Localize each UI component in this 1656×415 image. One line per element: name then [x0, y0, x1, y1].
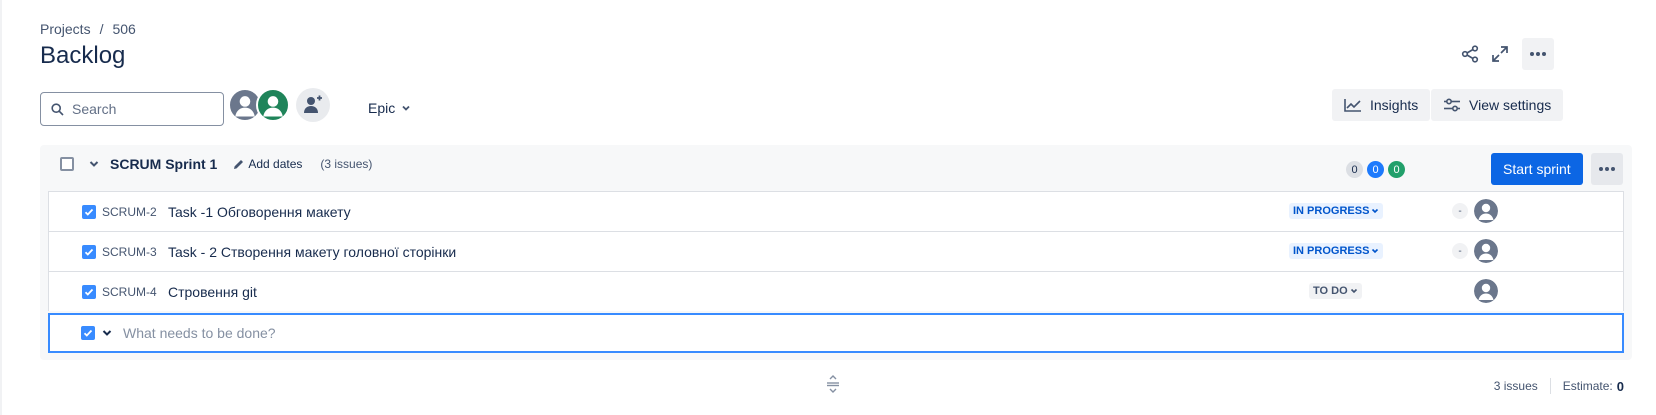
footer-estimate-label: Estimate:	[1562, 379, 1613, 393]
avatar[interactable]	[256, 88, 290, 122]
sprint-name: SCRUM Sprint 1	[110, 156, 218, 172]
view-settings-button[interactable]: View settings	[1431, 89, 1564, 121]
view-settings-label: View settings	[1469, 97, 1552, 113]
assignee-avatar[interactable]	[1474, 239, 1498, 263]
issue-type-checkbox[interactable]	[82, 244, 96, 259]
search-input[interactable]	[70, 100, 210, 118]
add-people-button[interactable]	[296, 88, 330, 122]
breadcrumb-projects-link[interactable]: Projects	[40, 21, 91, 37]
check-icon	[84, 288, 94, 296]
assignee-avatar[interactable]	[1474, 199, 1498, 223]
create-issue-input[interactable]	[121, 324, 721, 342]
add-person-icon	[304, 95, 322, 113]
page-title: Backlog	[40, 42, 126, 69]
check-icon	[84, 208, 94, 216]
issue-key[interactable]: SCRUM-2	[102, 205, 158, 219]
insights-label: Insights	[1370, 97, 1419, 113]
status-label: IN PROGRESS	[1293, 205, 1370, 217]
issue-row[interactable]: SCRUM-3 Task - 2 Створення макету головн…	[48, 231, 1624, 271]
todo-count-badge: 0	[1346, 161, 1363, 178]
breadcrumb-separator: /	[99, 21, 104, 37]
check-icon	[84, 248, 94, 256]
share-icon	[1461, 45, 1479, 63]
status-label: IN PROGRESS	[1293, 245, 1370, 257]
drag-resize-icon	[827, 375, 839, 393]
issue-type-checkbox[interactable]	[82, 204, 96, 219]
footer-divider	[1549, 378, 1551, 394]
add-dates-button[interactable]: Add dates	[233, 157, 302, 171]
status-dropdown[interactable]: IN PROGRESS	[1289, 203, 1384, 219]
chevron-down-icon	[1350, 288, 1357, 294]
issue-key[interactable]: SCRUM-3	[102, 245, 158, 259]
breadcrumb-project-link[interactable]: 506	[112, 21, 135, 37]
issue-summary[interactable]: Стровення git	[168, 284, 257, 300]
user-icon	[1474, 199, 1498, 223]
user-icon	[1474, 279, 1498, 303]
issue-type-checkbox[interactable]	[82, 284, 96, 299]
issue-key[interactable]: SCRUM-4	[102, 285, 158, 299]
create-issue-row[interactable]	[48, 313, 1624, 353]
sprint-select-checkbox[interactable]	[60, 157, 74, 171]
sprint-issue-count: (3 issues)	[320, 157, 373, 171]
issue-summary[interactable]: Task -1 Обговорення макету	[168, 204, 351, 220]
resize-handle[interactable]	[826, 375, 840, 398]
settings-sliders-icon	[1444, 98, 1460, 112]
footer-estimate-value: 0	[1616, 378, 1624, 394]
footer-issue-count: 3 issues	[1493, 379, 1538, 393]
sprint-footer-stats: 3 issues Estimate: 0	[1494, 378, 1624, 394]
epic-filter-dropdown[interactable]: Epic	[368, 100, 411, 116]
issue-row[interactable]: SCRUM-4 Стровення git TO DO	[48, 271, 1624, 311]
insights-button[interactable]: Insights	[1332, 89, 1431, 121]
issue-row[interactable]: SCRUM-2 Task -1 Обговорення макету IN PR…	[48, 191, 1624, 231]
more-icon	[1599, 167, 1615, 171]
fullscreen-button[interactable]	[1484, 38, 1516, 70]
search-icon	[51, 102, 64, 116]
breadcrumb: Projects / 506	[40, 21, 136, 37]
sprint-header: SCRUM Sprint 1 Add dates (3 issues)	[60, 156, 372, 172]
chevron-down-icon[interactable]	[101, 327, 113, 339]
page-more-button[interactable]	[1522, 38, 1554, 70]
check-icon	[83, 329, 93, 337]
user-icon	[1474, 239, 1498, 263]
issue-type-selector[interactable]	[81, 326, 95, 340]
status-dropdown[interactable]: TO DO	[1309, 283, 1362, 299]
done-count-badge: 0	[1388, 161, 1405, 178]
user-icon	[263, 96, 283, 117]
search-field[interactable]	[40, 92, 224, 126]
issue-summary[interactable]: Task - 2 Створення макету головної сторі…	[168, 244, 456, 260]
start-sprint-button[interactable]: Start sprint	[1491, 153, 1583, 185]
add-dates-label: Add dates	[248, 157, 303, 171]
story-points[interactable]: -	[1452, 203, 1468, 219]
sprint-more-button[interactable]	[1591, 153, 1623, 185]
more-icon	[1530, 52, 1546, 56]
share-button[interactable]	[1454, 38, 1486, 70]
assignee-avatar[interactable]	[1474, 279, 1498, 303]
status-dropdown[interactable]: IN PROGRESS	[1289, 243, 1384, 259]
fullscreen-icon	[1492, 46, 1508, 62]
chevron-down-icon[interactable]	[88, 158, 100, 170]
epic-filter-label: Epic	[368, 100, 396, 116]
chevron-down-icon	[1372, 208, 1379, 214]
story-points[interactable]: -	[1452, 243, 1468, 259]
chevron-down-icon	[1372, 248, 1379, 254]
status-label: TO DO	[1313, 285, 1348, 297]
chart-icon	[1344, 99, 1361, 112]
chevron-down-icon	[402, 105, 410, 111]
pencil-icon	[234, 159, 244, 169]
in-progress-count-badge: 0	[1367, 161, 1384, 178]
page-edge	[0, 0, 2, 415]
